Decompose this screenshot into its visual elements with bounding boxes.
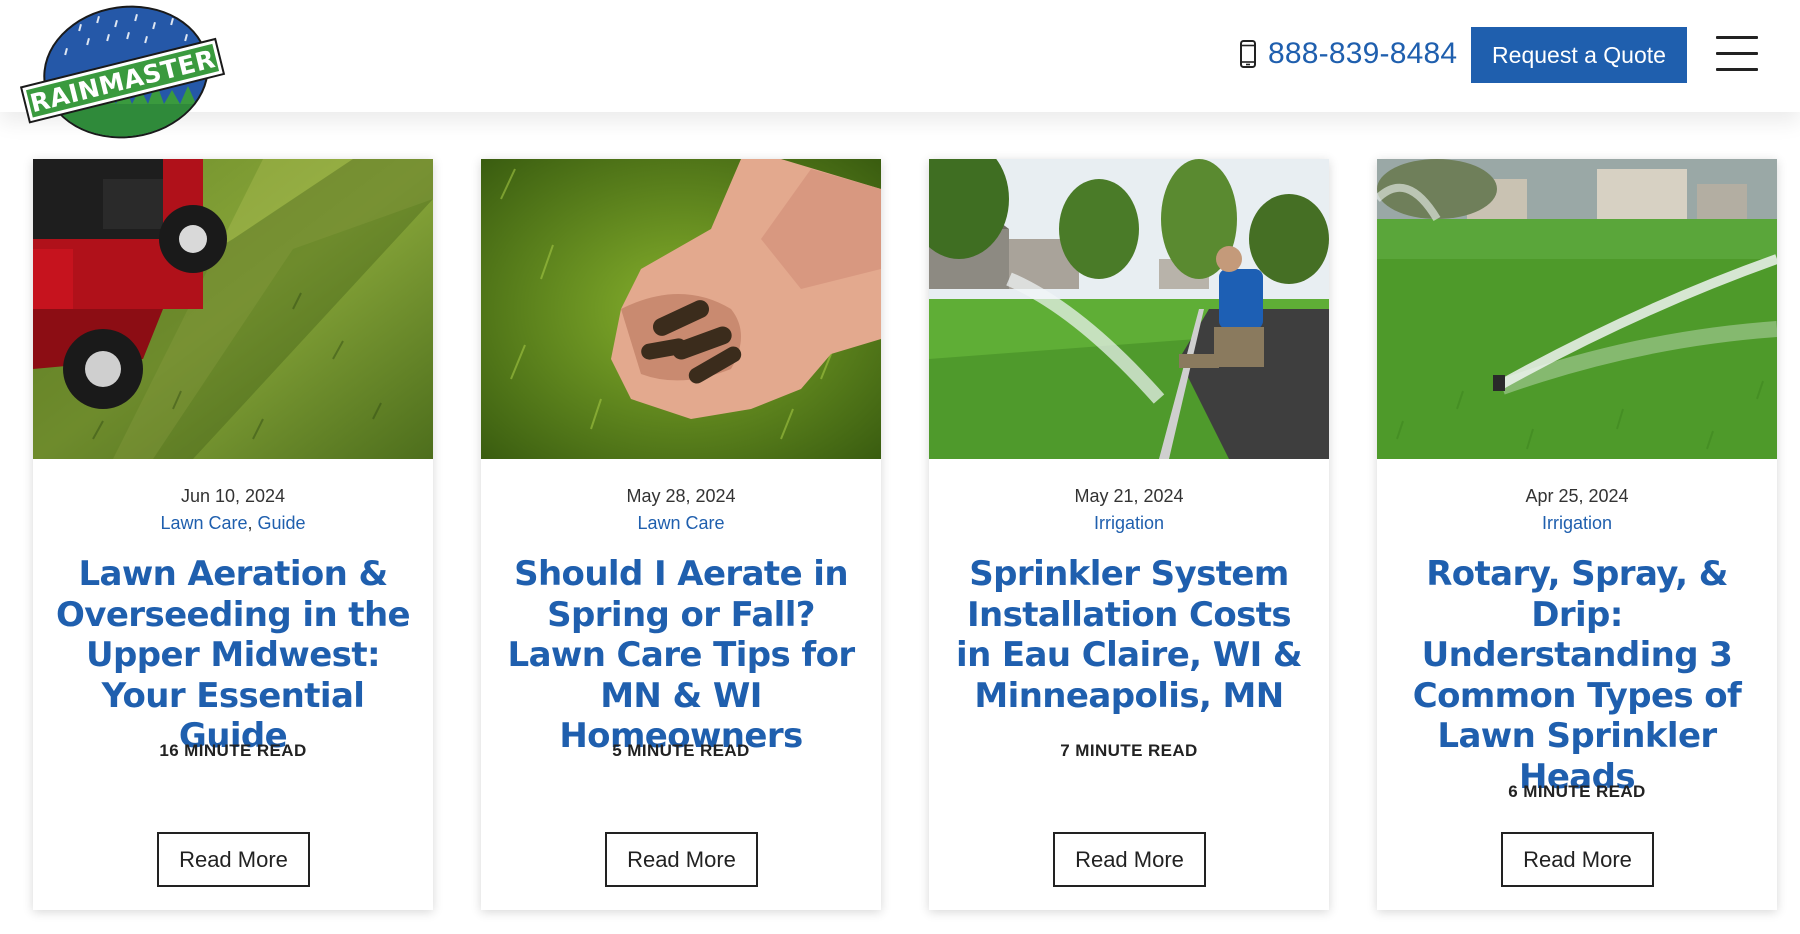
category-link[interactable]: Irrigation xyxy=(1094,513,1164,533)
request-quote-button[interactable]: Request a Quote xyxy=(1471,27,1687,83)
post-card: Apr 25, 2024 Irrigation Rotary, Spray, &… xyxy=(1377,159,1777,910)
lawn-aerator-photo[interactable] xyxy=(33,159,433,459)
post-card: May 28, 2024 Lawn Care Should I Aerate i… xyxy=(481,159,881,910)
blog-post-grid: Jun 10, 2024 Lawn Care, Guide Lawn Aerat… xyxy=(33,159,1778,910)
category-link[interactable]: Guide xyxy=(258,513,306,533)
rainmaster-logo[interactable]: RAINMASTER xyxy=(18,4,228,140)
mobile-phone-icon xyxy=(1238,39,1258,69)
post-title[interactable]: Lawn Aeration & Overseeding in the Upper… xyxy=(51,554,415,757)
category-link[interactable]: Lawn Care xyxy=(160,513,247,533)
post-date: Jun 10, 2024 xyxy=(180,486,286,506)
post-title[interactable]: Sprinkler System Installation Costs in E… xyxy=(947,554,1311,716)
post-title[interactable]: Should I Aerate in Spring or Fall? Lawn … xyxy=(499,554,863,757)
read-time: 16 MINUTE READ xyxy=(159,741,307,760)
rotary-sprinkler-photo[interactable] xyxy=(1377,159,1777,459)
post-date: Apr 25, 2024 xyxy=(1525,486,1629,506)
phone-number: 888-839-8484 xyxy=(1268,37,1458,70)
post-card: Jun 10, 2024 Lawn Care, Guide Lawn Aerat… xyxy=(33,159,433,910)
site-header: 888-839-8484 Request a Quote xyxy=(0,0,1800,112)
post-title[interactable]: Rotary, Spray, & Drip: Understanding 3 C… xyxy=(1395,554,1759,797)
read-time: 7 MINUTE READ xyxy=(1060,741,1198,760)
read-more-button[interactable]: Read More xyxy=(1501,832,1654,887)
post-categories: Irrigation xyxy=(1377,513,1777,534)
phone-link[interactable]: 888-839-8484 xyxy=(1238,34,1457,74)
hamburger-menu-icon[interactable] xyxy=(1716,36,1758,72)
post-date: May 28, 2024 xyxy=(626,486,736,506)
category-link[interactable]: Lawn Care xyxy=(637,513,724,533)
read-time: 5 MINUTE READ xyxy=(612,741,750,760)
soil-plugs-photo[interactable] xyxy=(481,159,881,459)
post-categories: Lawn Care, Guide xyxy=(160,513,306,533)
read-more-button[interactable]: Read More xyxy=(605,832,758,887)
read-more-button[interactable]: Read More xyxy=(157,832,310,887)
read-more-button[interactable]: Read More xyxy=(1053,832,1206,887)
category-link[interactable]: Irrigation xyxy=(1542,513,1612,533)
read-time: 6 MINUTE READ xyxy=(1508,782,1646,801)
post-categories: Irrigation xyxy=(929,513,1329,534)
post-card: May 21, 2024 Irrigation Sprinkler System… xyxy=(929,159,1329,910)
sprinkler-technician-photo[interactable] xyxy=(929,159,1329,459)
post-categories: Lawn Care xyxy=(481,513,881,534)
post-date: May 21, 2024 xyxy=(1074,486,1184,506)
